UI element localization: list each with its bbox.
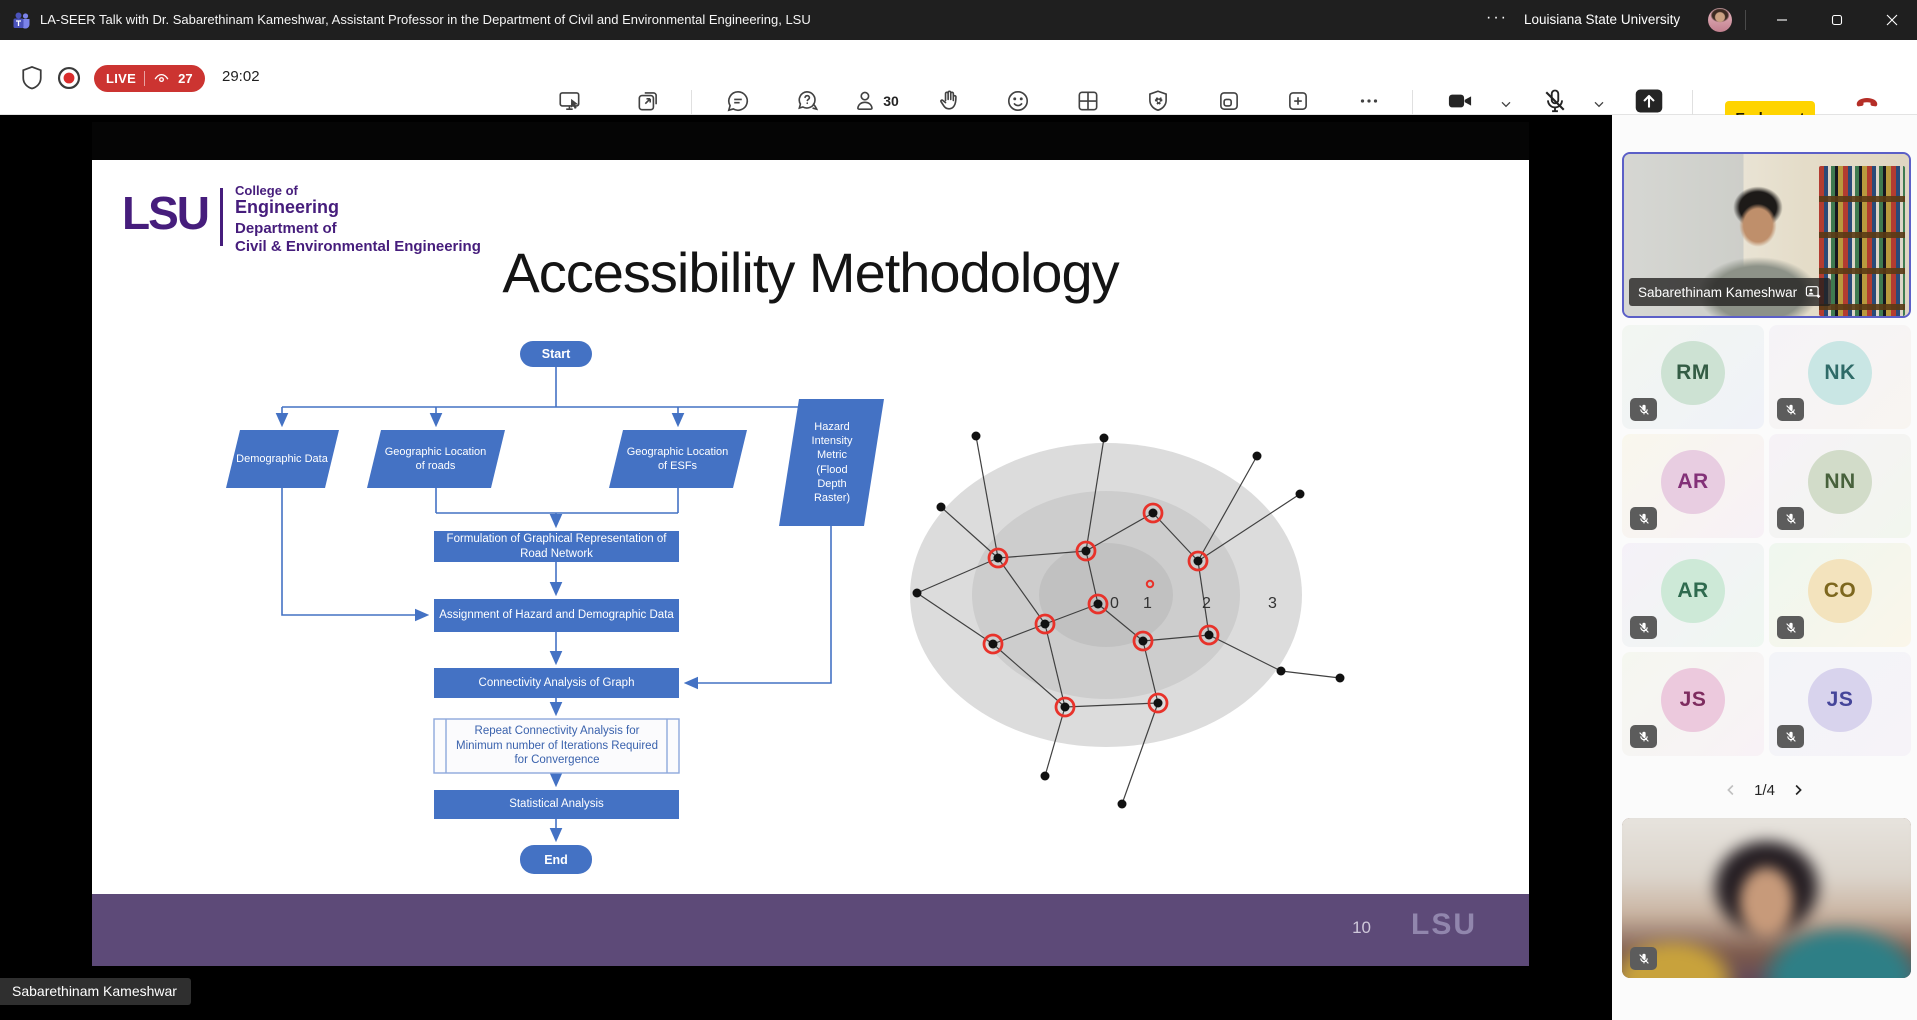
participants-pager: 1/4 bbox=[1612, 775, 1917, 805]
bookshelf-background bbox=[1819, 166, 1905, 316]
window-title: LA-SEER Talk with Dr. Sabarethinam Kames… bbox=[40, 0, 811, 40]
participant-avatar: AR bbox=[1661, 450, 1725, 514]
flowchart-input-esfs: Geographic Location of ESFs bbox=[625, 430, 730, 488]
flowchart-step-repeat: Repeat Connectivity Analysis for Minimum… bbox=[452, 719, 662, 773]
participant-avatar: RM bbox=[1661, 341, 1725, 405]
participant-avatar: NK bbox=[1808, 341, 1872, 405]
svg-text:3: 3 bbox=[1268, 595, 1277, 612]
participants-sidebar: Sabarethinam Kameshwar RM NK AR NN AR CO bbox=[1612, 115, 1917, 1020]
mic-muted-badge-icon bbox=[1630, 616, 1657, 639]
participant-tile[interactable]: NK bbox=[1769, 325, 1911, 429]
participant-tile[interactable]: JS bbox=[1622, 652, 1764, 756]
mic-muted-badge-icon bbox=[1777, 725, 1804, 748]
participant-tile[interactable]: AR bbox=[1622, 543, 1764, 647]
live-label: LIVE bbox=[106, 71, 136, 86]
mic-options-chevron-icon[interactable] bbox=[1591, 96, 1607, 112]
pager-label: 1/4 bbox=[1754, 782, 1775, 799]
react-icon bbox=[1005, 85, 1031, 117]
meeting-toolbar: LIVE 27 29:02 Take control Pop out Cha bbox=[0, 40, 1917, 115]
live-separator bbox=[144, 71, 145, 86]
share-icon bbox=[1634, 85, 1664, 117]
mic-muted-badge-icon bbox=[1630, 507, 1657, 530]
svg-text:1: 1 bbox=[1143, 595, 1152, 612]
chat-icon bbox=[725, 85, 751, 117]
slide: LSU College of Engineering Department of… bbox=[92, 122, 1529, 966]
svg-text:2: 2 bbox=[1202, 595, 1211, 612]
pager-prev-icon[interactable] bbox=[1722, 781, 1740, 799]
mic-muted-badge-icon bbox=[1630, 947, 1657, 970]
participant-tile[interactable]: RM bbox=[1622, 325, 1764, 429]
svg-text:0: 0 bbox=[1110, 595, 1119, 612]
presenter-name-tag: Sabarethinam Kameshwar bbox=[0, 978, 191, 1005]
flowchart-and-network-figure: 0 1 2 3 bbox=[92, 122, 1529, 966]
controls-shield-gear-icon bbox=[1145, 85, 1171, 117]
flowchart-input-hazard: Hazard Intensity Metric (Flood Depth Ras… bbox=[801, 399, 863, 526]
live-badge: LIVE 27 bbox=[94, 65, 205, 92]
title-bar: LA-SEER Talk with Dr. Sabarethinam Kames… bbox=[0, 0, 1917, 40]
pager-next-icon[interactable] bbox=[1789, 781, 1807, 799]
flowchart-step-statistical: Statistical Analysis bbox=[434, 790, 679, 819]
teams-meeting-window: LA-SEER Talk with Dr. Sabarethinam Kames… bbox=[0, 0, 1917, 1020]
org-name: Louisiana State University bbox=[1524, 0, 1680, 40]
qa-icon bbox=[795, 85, 821, 117]
slide-footer-bar: 10 LSU bbox=[92, 894, 1529, 966]
mic-muted-badge-icon bbox=[1777, 616, 1804, 639]
security-shield-icon[interactable] bbox=[18, 64, 46, 92]
flowchart-start: Start bbox=[520, 341, 592, 367]
footer-lsu-logo: LSU bbox=[1411, 908, 1477, 942]
titlebar-divider bbox=[1745, 10, 1746, 30]
flowchart-input-roads: Geographic Location of roads bbox=[383, 430, 488, 488]
minimize-button[interactable] bbox=[1760, 0, 1804, 40]
recording-indicator-icon bbox=[56, 65, 82, 91]
titlebar-more-button[interactable]: ··· bbox=[1486, 0, 1508, 40]
rooms-icon bbox=[1216, 85, 1242, 117]
participant-avatar: AR bbox=[1661, 559, 1725, 623]
people-count: 30 bbox=[883, 93, 899, 109]
network-rings bbox=[910, 443, 1302, 747]
user-avatar[interactable] bbox=[1708, 8, 1732, 32]
spotlight-icon bbox=[1805, 285, 1822, 300]
close-button[interactable] bbox=[1870, 0, 1914, 40]
speaker-video-tile[interactable]: Sabarethinam Kameshwar bbox=[1622, 152, 1911, 318]
mic-muted-badge-icon bbox=[1777, 507, 1804, 530]
presentation-stage: LSU College of Engineering Department of… bbox=[0, 115, 1612, 1020]
view-grid-icon bbox=[1075, 85, 1101, 117]
speaker-name: Sabarethinam Kameshwar bbox=[1638, 285, 1797, 300]
speaker-name-label: Sabarethinam Kameshwar bbox=[1629, 278, 1831, 306]
apps-icon bbox=[1285, 85, 1311, 117]
flowchart-end: End bbox=[520, 845, 592, 874]
participant-tile[interactable]: CO bbox=[1769, 543, 1911, 647]
slide-page-number: 10 bbox=[1352, 918, 1371, 938]
raise-hand-icon bbox=[936, 85, 962, 117]
participant-avatar: JS bbox=[1661, 668, 1725, 732]
camera-options-chevron-icon[interactable] bbox=[1498, 96, 1514, 112]
mic-muted-badge-icon bbox=[1630, 398, 1657, 421]
participant-tile[interactable]: NN bbox=[1769, 434, 1911, 538]
people-icon bbox=[853, 88, 879, 114]
viewers-eye-icon bbox=[153, 70, 170, 87]
participant-avatar: NN bbox=[1808, 450, 1872, 514]
mic-muted-badge-icon bbox=[1777, 398, 1804, 421]
mic-muted-icon bbox=[1541, 85, 1569, 117]
flowchart-input-demographic: Demographic Data bbox=[232, 430, 332, 488]
viewer-count: 27 bbox=[178, 71, 192, 86]
mic-muted-badge-icon bbox=[1630, 725, 1657, 748]
organizer-video bbox=[1622, 818, 1911, 978]
participant-tile[interactable]: AR bbox=[1622, 434, 1764, 538]
leave-phone-icon bbox=[1852, 85, 1882, 117]
organizer-video-tile[interactable] bbox=[1622, 818, 1911, 978]
maximize-button[interactable] bbox=[1815, 0, 1859, 40]
participant-tile[interactable]: JS bbox=[1769, 652, 1911, 756]
flowchart-step-connectivity: Connectivity Analysis of Graph bbox=[434, 668, 679, 698]
take-control-icon bbox=[557, 85, 583, 117]
participant-avatar: JS bbox=[1808, 668, 1872, 732]
pop-out-icon bbox=[635, 85, 661, 117]
flowchart-step-formulation: Formulation of Graphical Representation … bbox=[434, 531, 679, 562]
participant-avatar: CO bbox=[1808, 559, 1872, 623]
meeting-timer: 29:02 bbox=[222, 68, 260, 85]
flowchart-step-assignment: Assignment of Hazard and Demographic Dat… bbox=[434, 599, 679, 632]
more-dots-icon bbox=[1356, 85, 1382, 117]
teams-logo-icon bbox=[12, 10, 32, 30]
camera-icon bbox=[1446, 85, 1474, 117]
